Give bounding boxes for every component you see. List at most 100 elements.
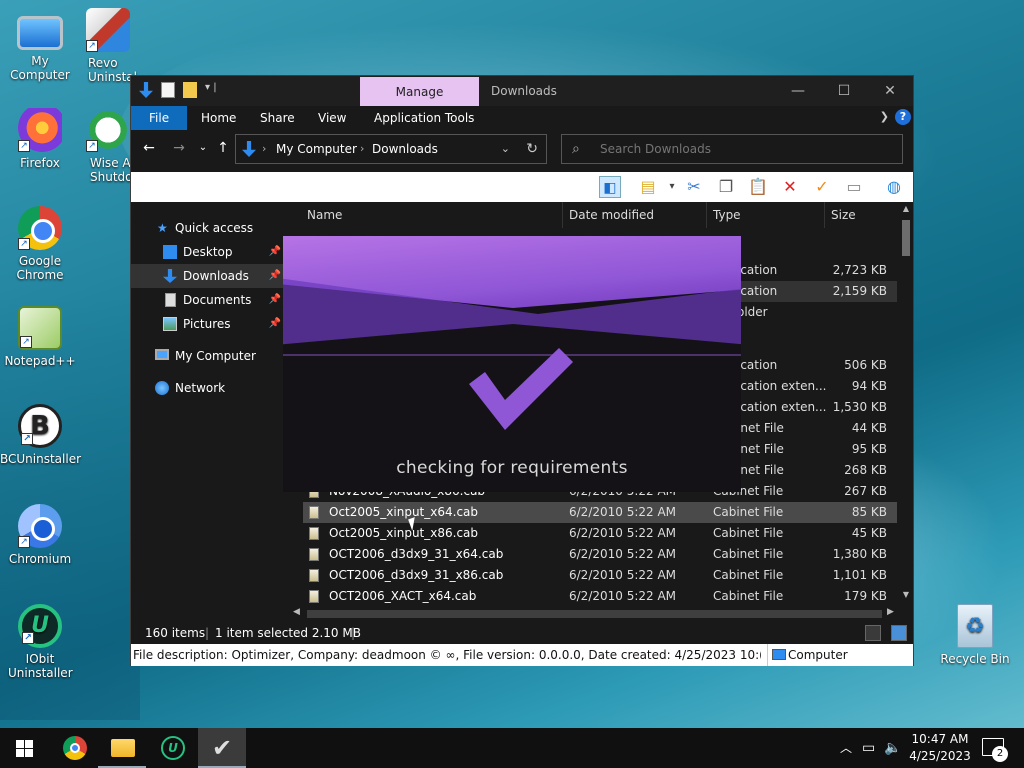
taskbar-iobit[interactable]: U [148, 728, 196, 768]
star-icon: ★ [157, 221, 168, 235]
breadcrumb-my-computer[interactable]: My Computer [276, 135, 357, 163]
nav-item-my-computer[interactable]: My Computer [131, 344, 287, 368]
desktop-icon-my-computer[interactable]: My Computer [0, 10, 80, 82]
nav-item-pictures[interactable]: Pictures 📌 [131, 312, 287, 336]
chevron-down-icon[interactable]: ⌄ [501, 135, 510, 163]
scrollbar-thumb[interactable] [902, 220, 910, 256]
column-header-size[interactable]: Size [825, 202, 897, 228]
refresh-icon[interactable]: ↻ [526, 135, 538, 163]
cell-size: 267 KB [844, 484, 887, 498]
clock[interactable]: 10:47 AM 4/25/2023 [905, 731, 975, 765]
navigation-bar: ← → ⌄ ↑ › My Computer › Downloads ⌄ ↻ ⌕ [131, 130, 913, 168]
recycle-bin-icon: ♻ [957, 604, 993, 648]
help-icon[interactable]: ? [895, 109, 911, 125]
desktop-icon-label: BCUninstaller [0, 452, 82, 466]
desktop-icon-notepadpp[interactable]: ↗ Notepad++ [0, 306, 80, 368]
copy-icon[interactable]: ❐ [715, 176, 737, 198]
properties-icon[interactable] [161, 82, 175, 98]
nav-item-documents[interactable]: Documents 📌 [131, 288, 287, 312]
table-row[interactable]: OCT2006_d3dx9_31_x86.cab 6/2/2010 5:22 A… [303, 565, 897, 586]
minimize-button[interactable]: — [775, 76, 821, 106]
cell-size: 95 KB [851, 442, 887, 456]
nav-item-downloads[interactable]: Downloads 📌 [131, 264, 287, 288]
tab-home[interactable]: Home [189, 106, 248, 130]
cab-file-icon [309, 527, 319, 540]
nav-item-network[interactable]: Network [131, 376, 287, 400]
address-bar[interactable]: › My Computer › Downloads ⌄ ↻ [235, 134, 547, 164]
recent-locations-button[interactable]: ⌄ [193, 138, 213, 158]
scroll-left-icon[interactable]: ◀ [293, 607, 300, 617]
scroll-down-icon[interactable]: ▼ [901, 590, 911, 599]
splash-message: checking for requirements [396, 458, 628, 478]
desktop-icon-wise[interactable]: ↗ Wise Au Shutdo [78, 108, 138, 184]
folder-options-icon[interactable]: ▤ [637, 176, 659, 198]
start-button[interactable] [0, 728, 48, 768]
scrollbar-thumb[interactable] [307, 610, 882, 618]
shortcut-arrow-icon: ↗ [21, 433, 33, 445]
vertical-scrollbar[interactable]: ▲ ▼ [899, 202, 913, 602]
table-row[interactable]: OCT2006_XACT_x64.cab 6/2/2010 5:22 AM Ca… [303, 586, 897, 604]
nav-item-label: Quick access [175, 221, 254, 235]
expand-ribbon-icon[interactable]: ❯ [880, 110, 889, 123]
tab-share[interactable]: Share [248, 106, 307, 130]
new-folder-icon[interactable] [183, 82, 197, 98]
network-icon [155, 381, 169, 395]
forward-button[interactable]: → [169, 138, 189, 158]
network-tray-icon[interactable]: ▭ [862, 728, 875, 768]
cell-name: OCT2006_d3dx9_31_x86.cab [329, 568, 504, 582]
taskbar-file-explorer[interactable] [98, 728, 146, 768]
delete-icon[interactable]: ✕ [779, 176, 801, 198]
nav-item-quick-access[interactable]: ★ Quick access [131, 216, 287, 240]
revo-icon: ↗ [86, 8, 130, 52]
desktop-icon-chromium[interactable]: ↗ Chromium [0, 504, 80, 566]
tab-view[interactable]: View [306, 106, 358, 130]
downloads-icon [163, 269, 177, 283]
nav-item-desktop[interactable]: Desktop 📌 [131, 240, 287, 264]
cell-type: inet File [737, 463, 784, 477]
close-button[interactable]: ✕ [867, 76, 913, 106]
cell-type: Cabinet File [713, 589, 784, 603]
table-row[interactable]: Oct2005_xinput_x64.cab 6/2/2010 5:22 AM … [303, 502, 897, 523]
search-box[interactable]: ⌕ [561, 134, 903, 164]
globe-icon[interactable]: ◍ [883, 176, 905, 198]
tab-manage[interactable]: Manage [360, 77, 479, 106]
scroll-right-icon[interactable]: ▶ [887, 607, 894, 617]
tab-file[interactable]: File [131, 106, 188, 130]
large-icons-view-button[interactable] [891, 625, 907, 641]
ribbon-tabs: File Home Share View Application Tools ❯… [131, 106, 913, 130]
breadcrumb-downloads[interactable]: Downloads [372, 135, 438, 163]
preview-pane-icon[interactable]: ◧ [599, 176, 621, 198]
table-row[interactable]: OCT2006_d3dx9_31_x64.cab 6/2/2010 5:22 A… [303, 544, 897, 565]
desktop-icon-firefox[interactable]: ↗ Firefox [0, 108, 80, 170]
desktop-icon-chrome[interactable]: ↗ Google Chrome [0, 206, 80, 282]
taskbar-installer[interactable]: ✔ [198, 728, 246, 768]
tab-application-tools[interactable]: Application Tools [362, 106, 486, 130]
checkmark-icon[interactable]: ✓ [811, 176, 833, 198]
scroll-up-icon[interactable]: ▲ [901, 204, 911, 213]
column-header-date-modified[interactable]: Date modified [563, 202, 707, 228]
cell-type: ication [737, 284, 778, 298]
dropdown-arrow-icon[interactable]: ▾ [661, 176, 683, 198]
horizontal-scrollbar[interactable]: ◀ ▶ [289, 606, 899, 622]
desktop-icon-bcuninstaller[interactable]: B ↗ BCUninstaller [0, 404, 82, 466]
taskbar-chrome[interactable] [50, 728, 98, 768]
back-button[interactable]: ← [139, 138, 159, 158]
column-header-name[interactable]: Name [303, 202, 563, 228]
maximize-button[interactable]: ☐ [821, 76, 867, 106]
file-description: File description: Optimizer, Company: de… [133, 648, 761, 662]
volume-icon[interactable]: 🔈 [884, 728, 901, 768]
show-hidden-icons-button[interactable]: ︿ [840, 728, 852, 768]
desktop-icon-recycle-bin[interactable]: ♻ Recycle Bin [935, 604, 1015, 666]
up-button[interactable]: ↑ [213, 138, 233, 158]
paste-icon[interactable]: 📋 [747, 176, 769, 198]
customize-toolbar-icon[interactable]: ▾ | [205, 82, 217, 98]
desktop-icon-iobit[interactable]: U ↗ IObit Uninstaller [0, 604, 80, 680]
item-count: 160 items [145, 626, 206, 640]
search-input[interactable] [600, 138, 890, 160]
desktop-icon-revo[interactable]: ↗ Revo Uninstal [78, 8, 138, 84]
column-header-type[interactable]: Type [707, 202, 825, 228]
rename-icon[interactable]: ▭ [843, 176, 865, 198]
cut-icon[interactable]: ✂ [683, 176, 705, 198]
table-row[interactable]: Oct2005_xinput_x86.cab 6/2/2010 5:22 AM … [303, 523, 897, 544]
details-view-button[interactable] [865, 625, 881, 641]
